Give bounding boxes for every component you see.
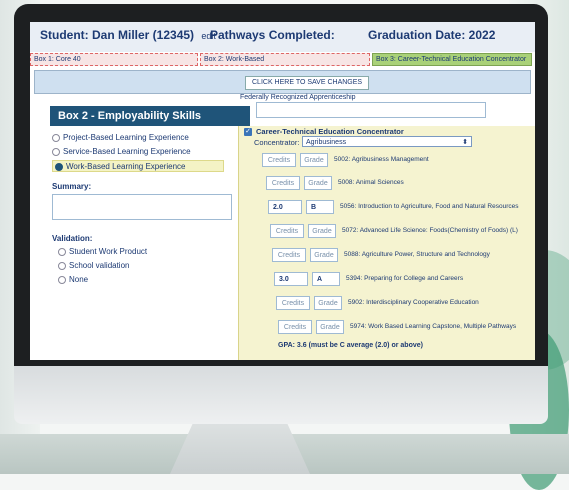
save-bar: CLICK HERE TO SAVE CHANGES xyxy=(34,70,531,94)
grade-input[interactable]: Grade xyxy=(308,224,336,238)
option-label: Project-Based Learning Experience xyxy=(63,133,189,142)
credits-input[interactable]: Credits xyxy=(262,153,296,167)
radio-icon[interactable] xyxy=(58,261,66,270)
credits-input[interactable]: Credits xyxy=(266,176,300,190)
course-name: 5088: Agriculture Power, Structure and T… xyxy=(344,251,490,258)
credits-input[interactable]: Credits xyxy=(276,296,310,310)
grade-input[interactable]: A xyxy=(312,272,340,286)
tab-box-2[interactable]: Box 2: Work-Based xyxy=(200,53,370,66)
option-label: None xyxy=(69,275,89,284)
concentrator-label: Concentrator: xyxy=(254,138,300,147)
save-changes-button[interactable]: CLICK HERE TO SAVE CHANGES xyxy=(245,76,370,90)
credits-input[interactable]: 2.0 xyxy=(268,200,302,214)
graduation-date: Graduation Date: 2022 xyxy=(368,28,496,42)
checkbox-checked-icon[interactable]: ✓ xyxy=(244,128,252,136)
grade-input[interactable]: Grade xyxy=(300,153,328,167)
radio-icon[interactable] xyxy=(52,133,60,142)
option-label: Service-Based Learning Experience xyxy=(63,147,191,156)
summary-label: Summary: xyxy=(52,182,92,191)
option-work-based[interactable]: Work-Based Learning Experience xyxy=(52,160,224,172)
credits-input[interactable]: Credits xyxy=(278,320,312,334)
select-arrow-icon: ⬍ xyxy=(462,139,468,146)
course-name: 5902: Interdisciplinary Cooperative Educ… xyxy=(348,299,479,306)
monitor-stand xyxy=(170,418,310,474)
concentrator-value: Agribusiness xyxy=(306,139,347,146)
course-name: 5008: Animal Sciences xyxy=(338,179,404,186)
validation-none[interactable]: None xyxy=(58,274,88,286)
course-name: 5072: Advanced Life Science: Foods(Chemi… xyxy=(342,227,518,234)
student-heading: Student: Dan Miller (12345) edit xyxy=(40,28,216,42)
section-title: Box 2 - Employability Skills xyxy=(50,106,250,126)
grade-input[interactable]: Grade xyxy=(314,296,342,310)
pathways-heading: Pathways Completed: xyxy=(210,28,335,42)
tab-box-3[interactable]: Box 3: Career-Technical Education Concen… xyxy=(372,53,532,66)
header-bar: Student: Dan Miller (12345) edit Pathway… xyxy=(30,22,535,52)
concentrator-select[interactable]: Agribusiness ⬍ xyxy=(302,136,472,147)
apprenticeship-label: Federally Recognized Apprenticeship xyxy=(240,94,356,101)
course-name: 5394: Preparing for College and Careers xyxy=(346,275,464,282)
grade-input[interactable]: Grade xyxy=(304,176,332,190)
radio-icon[interactable] xyxy=(52,147,60,156)
validation-label: Validation: xyxy=(52,234,93,243)
tab-box-1[interactable]: Box 1: Core 40 xyxy=(30,53,198,66)
option-label: Student Work Product xyxy=(69,247,148,256)
credits-input[interactable]: Credits xyxy=(272,248,306,262)
validation-student-work[interactable]: Student Work Product xyxy=(58,246,147,258)
summary-input[interactable] xyxy=(52,194,232,220)
option-label: School validation xyxy=(69,261,130,270)
option-label: Work-Based Learning Experience xyxy=(66,162,186,171)
monitor-chin xyxy=(14,366,548,424)
radio-icon[interactable] xyxy=(58,247,66,256)
validation-school[interactable]: School validation xyxy=(58,260,129,272)
option-service-based[interactable]: Service-Based Learning Experience xyxy=(52,146,191,158)
course-name: 5974: Work Based Learning Capstone, Mult… xyxy=(350,323,517,330)
grade-input[interactable]: B xyxy=(306,200,334,214)
radio-selected-icon[interactable] xyxy=(55,162,63,171)
gpa-text: GPA: 3.6 (must be C average (2.0) or abo… xyxy=(278,342,423,349)
course-name: 5056: Introduction to Agriculture, Food … xyxy=(340,203,519,210)
radio-icon[interactable] xyxy=(58,275,66,284)
course-name: 5002: Agribusiness Management xyxy=(334,156,429,163)
student-name: Student: Dan Miller (12345) xyxy=(40,28,195,42)
credits-input[interactable]: Credits xyxy=(270,224,304,238)
apprenticeship-input[interactable] xyxy=(256,102,486,118)
option-project-based[interactable]: Project-Based Learning Experience xyxy=(52,132,189,144)
grade-input[interactable]: Grade xyxy=(310,248,338,262)
grade-input[interactable]: Grade xyxy=(316,320,344,334)
cte-title: Career-Technical Education Concentrator xyxy=(256,127,404,136)
app-screen: Student: Dan Miller (12345) edit Pathway… xyxy=(30,22,535,360)
credits-input[interactable]: 3.0 xyxy=(274,272,308,286)
